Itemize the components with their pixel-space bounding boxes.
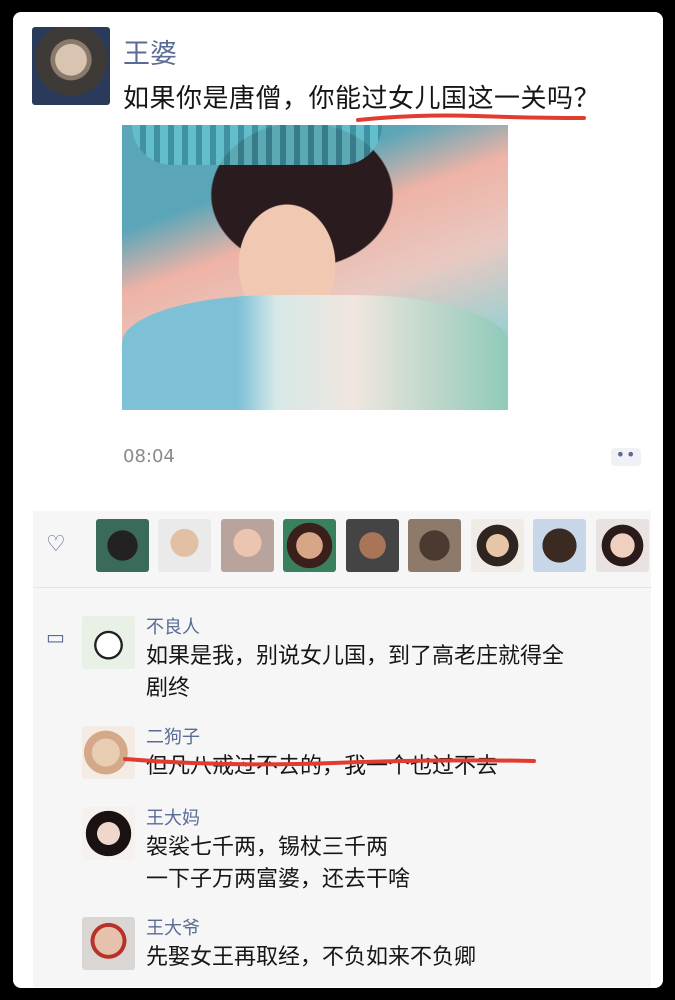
liker-avatar[interactable] bbox=[408, 519, 461, 572]
comment-avatar[interactable] bbox=[82, 917, 135, 970]
red-underline-annotation bbox=[123, 757, 536, 767]
liker-avatar[interactable] bbox=[533, 519, 586, 572]
comment-author[interactable]: 二狗子 bbox=[146, 723, 200, 749]
liker-avatar[interactable] bbox=[471, 519, 524, 572]
liker-avatar[interactable] bbox=[596, 519, 649, 572]
comment-text: 袈裟七千两，锡杖三千两 一下子万两富婆，还去干啥 bbox=[146, 835, 411, 892]
comment-icon: ▭ bbox=[46, 625, 65, 649]
divider bbox=[33, 587, 651, 588]
comment-avatar[interactable] bbox=[82, 616, 135, 669]
interaction-panel: ♡ ▭ 不良人 如果是我，别说女儿国，到了高老庄就得全剧终 二狗子 但凡八戒过不… bbox=[33, 511, 651, 987]
author-avatar[interactable] bbox=[32, 27, 110, 105]
liker-avatar[interactable] bbox=[221, 519, 274, 572]
liker-avatar[interactable] bbox=[346, 519, 399, 572]
comment-text: 先娶女王再取经，不负如来不负卿 bbox=[146, 945, 477, 970]
comment-author[interactable]: 王大爷 bbox=[146, 914, 200, 940]
liker-avatar[interactable] bbox=[283, 519, 336, 572]
post-time: 08:04 bbox=[123, 446, 175, 467]
comment-avatar[interactable] bbox=[82, 807, 135, 860]
heart-icon: ♡ bbox=[46, 532, 66, 557]
post-image[interactable] bbox=[122, 125, 508, 410]
liker-avatar[interactable] bbox=[158, 519, 211, 572]
moments-post: 王婆 如果你是唐僧，你能过女儿国这一关吗？ 08:04 •• ♡ ▭ 不良人 如… bbox=[13, 12, 663, 988]
comment-text: 如果是我，别说女儿国，到了高老庄就得全剧终 bbox=[146, 644, 565, 701]
ellipsis-icon[interactable]: •• bbox=[611, 447, 641, 466]
comment-author[interactable]: 王大妈 bbox=[146, 804, 200, 830]
red-underline-annotation bbox=[356, 113, 586, 122]
comment-author[interactable]: 不良人 bbox=[146, 613, 200, 639]
author-name[interactable]: 王婆 bbox=[123, 32, 177, 71]
liker-avatar[interactable] bbox=[96, 519, 149, 572]
